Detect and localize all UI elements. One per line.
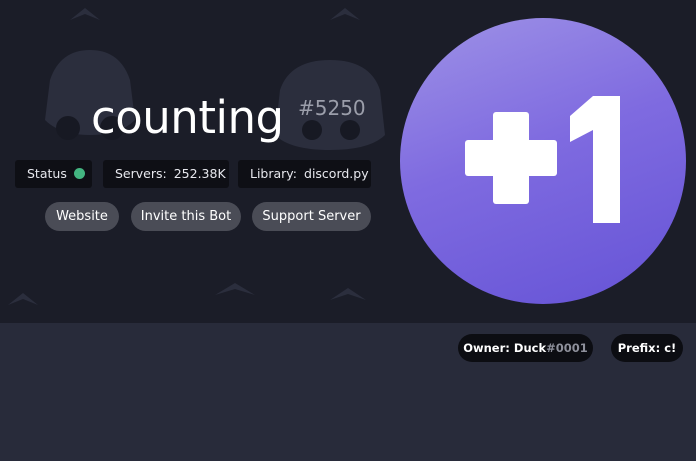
support-server-button[interactable]: Support Server — [252, 202, 371, 231]
owner-name: Duck — [513, 341, 547, 355]
library-label: Library: — [250, 166, 298, 181]
discord-logo-icon — [215, 283, 255, 295]
status-label: Status — [27, 166, 67, 181]
plus-one-icon — [465, 96, 620, 223]
bot-discriminator: #5250 — [298, 96, 366, 120]
servers-value: 252.38K — [173, 166, 226, 181]
bot-avatar — [400, 18, 686, 304]
owner-label: Owner: — [463, 341, 510, 355]
servers-badge: Servers: 252.38K — [103, 160, 229, 188]
discord-logo-icon — [275, 8, 385, 150]
owner-discriminator: #0001 — [546, 341, 588, 355]
library-badge: Library: discord.py — [238, 160, 371, 188]
prefix-value: c! — [664, 341, 677, 355]
prefix-badge: Prefix: c! — [611, 334, 683, 362]
servers-label: Servers: — [115, 166, 167, 181]
online-status-icon — [73, 168, 85, 179]
owner-badge[interactable]: Owner: Duck#0001 — [458, 334, 593, 362]
status-badge: Status — [15, 160, 92, 188]
discord-logo-icon — [8, 293, 38, 305]
discord-logo-icon — [330, 288, 366, 300]
invite-bot-button[interactable]: Invite this Bot — [131, 202, 241, 231]
website-button[interactable]: Website — [45, 202, 119, 231]
bot-name: counting — [91, 91, 284, 144]
library-value: discord.py — [304, 166, 369, 181]
prefix-label: Prefix: — [617, 341, 661, 355]
